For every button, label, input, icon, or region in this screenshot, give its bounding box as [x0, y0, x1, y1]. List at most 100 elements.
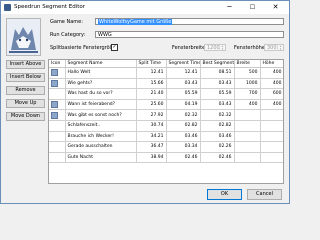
segment-time-cell[interactable]: 02.46 — [166, 152, 201, 164]
hoehe-cell[interactable] — [260, 152, 283, 164]
table-row[interactable]: Schlafenszeit.. 30.74 02.82 02.82 — [49, 120, 283, 132]
segments-table[interactable]: Icon Segment Name Split Time Segment Tim… — [48, 59, 284, 184]
maximize-button[interactable]: ☐ — [244, 1, 261, 14]
close-button[interactable]: ✕ — [267, 1, 284, 14]
breite-cell[interactable] — [234, 131, 261, 143]
table-row[interactable]: Hallo Welt 12.41 12.41 08.51 500 400 — [49, 67, 283, 79]
segment-time-cell[interactable]: 03.46 — [166, 131, 201, 143]
breite-cell[interactable] — [234, 141, 261, 153]
segment-name-cell[interactable]: Schlafenszeit.. — [65, 120, 137, 132]
segment-time-cell[interactable]: 02.82 — [166, 120, 201, 132]
best-segment-cell[interactable]: 02.32 — [200, 109, 235, 121]
ok-button[interactable]: OK — [207, 189, 242, 200]
segment-name-cell[interactable]: Hallo Welt — [65, 67, 137, 79]
best-segment-cell[interactable]: 03.46 — [200, 131, 235, 143]
run-category-input[interactable]: WWG — [95, 31, 284, 38]
hoehe-cell[interactable]: 400 — [260, 78, 283, 90]
best-segment-cell[interactable]: 02.46 — [200, 152, 235, 164]
segment-icon-cell[interactable] — [49, 141, 66, 153]
segment-icon-cell[interactable] — [49, 99, 66, 111]
best-segment-cell[interactable]: 03.43 — [200, 78, 235, 90]
hoehe-cell[interactable] — [260, 120, 283, 132]
insert-above-button[interactable]: Insert Above — [6, 60, 45, 69]
split-time-cell[interactable]: 12.41 — [136, 67, 167, 79]
split-size-checkbox[interactable]: ✓ — [111, 44, 118, 51]
split-time-cell[interactable]: 38.94 — [136, 152, 167, 164]
breite-cell[interactable]: 500 — [234, 67, 261, 79]
header-split-time[interactable]: Split Time — [136, 60, 167, 68]
header-breite[interactable]: Breite — [234, 60, 261, 68]
hoehe-cell[interactable]: 600 — [260, 88, 283, 100]
hoehe-cell[interactable]: 400 — [260, 67, 283, 79]
segment-time-cell[interactable]: 03.34 — [166, 141, 201, 153]
segment-time-cell[interactable]: 12.41 — [166, 67, 201, 79]
split-time-cell[interactable]: 30.74 — [136, 120, 167, 132]
split-time-cell[interactable]: 27.92 — [136, 109, 167, 121]
segment-icon-cell[interactable] — [49, 120, 66, 132]
segment-name-cell[interactable]: Gute Nacht — [65, 152, 137, 164]
header-best-segment[interactable]: Best Segment — [200, 60, 235, 68]
best-segment-cell[interactable]: 02.26 — [200, 141, 235, 153]
split-time-cell[interactable]: 36.47 — [136, 141, 167, 153]
split-time-cell[interactable]: 15.66 — [136, 78, 167, 90]
table-row[interactable]: Gerade ausschalten 36.47 03.34 02.26 — [49, 141, 283, 153]
segment-name-cell[interactable]: Brauche ich Wecker! — [65, 131, 137, 143]
split-time-cell[interactable]: 21.40 — [136, 88, 167, 100]
table-row[interactable]: Was hast du so vor? 21.40 05.59 05.59 700 600 — [49, 88, 283, 100]
hoehe-cell[interactable] — [260, 141, 283, 153]
split-time-cell[interactable]: 25.60 — [136, 99, 167, 111]
segment-time-cell[interactable]: 05.59 — [166, 88, 201, 100]
move-up-button[interactable]: Move Up — [6, 99, 45, 108]
header-hoehe[interactable]: Höhe — [260, 60, 283, 68]
segment-icon-cell[interactable] — [49, 67, 66, 79]
move-down-button[interactable]: Move Down — [6, 112, 45, 121]
segment-name-cell[interactable]: Wann ist feierabend? — [65, 99, 137, 111]
insert-below-button[interactable]: Insert Below — [6, 73, 45, 82]
best-segment-cell[interactable]: 05.59 — [200, 88, 235, 100]
window-width-input[interactable]: 1200 ▴ ▾ — [204, 44, 226, 51]
breite-cell[interactable] — [234, 152, 261, 164]
breite-cell[interactable] — [234, 109, 261, 121]
segment-time-cell[interactable]: 02.32 — [166, 109, 201, 121]
breite-cell[interactable]: 1000 — [234, 78, 261, 90]
breite-cell[interactable] — [234, 120, 261, 132]
table-row[interactable]: Was gibt es sonst noch? 27.92 02.32 02.32 — [49, 109, 283, 121]
header-segment-time[interactable]: Segment Time — [166, 60, 201, 68]
height-spinner-icon[interactable]: ▴ ▾ — [277, 45, 283, 51]
wolf-logo-icon — [7, 19, 40, 55]
breite-cell[interactable]: 700 — [234, 88, 261, 100]
header-segment-name[interactable]: Segment Name — [65, 60, 137, 68]
segment-icon-cell[interactable] — [49, 152, 66, 164]
remove-button[interactable]: Remove — [6, 86, 45, 95]
table-row[interactable]: Brauche ich Wecker! 34.21 03.46 03.46 — [49, 131, 283, 143]
segment-time-cell[interactable]: 03.43 — [166, 78, 201, 90]
table-row[interactable]: Wie gehts? 15.66 03.43 03.43 1000 400 — [49, 78, 283, 90]
game-icon-image[interactable] — [6, 18, 41, 56]
game-name-label: Game Name: — [50, 19, 83, 25]
segment-icon-cell[interactable] — [49, 88, 66, 100]
header-icon[interactable]: Icon — [49, 60, 66, 68]
cancel-button[interactable]: Cancel — [247, 189, 282, 200]
segment-time-cell[interactable]: 04.19 — [166, 99, 201, 111]
segment-icon-cell[interactable] — [49, 78, 66, 90]
best-segment-cell[interactable]: 03.43 — [200, 99, 235, 111]
best-segment-cell[interactable]: 08.51 — [200, 67, 235, 79]
width-spinner-icon[interactable]: ▴ ▾ — [219, 45, 225, 51]
window-height-input[interactable]: 300 ▴ ▾ — [264, 44, 284, 51]
hoehe-cell[interactable] — [260, 131, 283, 143]
breite-cell[interactable]: 400 — [234, 99, 261, 111]
segment-name-cell[interactable]: Was gibt es sonst noch? — [65, 109, 137, 121]
segment-icon-cell[interactable] — [49, 131, 66, 143]
segment-name-cell[interactable]: Gerade ausschalten — [65, 141, 137, 153]
segment-name-cell[interactable]: Wie gehts? — [65, 78, 137, 90]
best-segment-cell[interactable]: 02.82 — [200, 120, 235, 132]
hoehe-cell[interactable]: 400 — [260, 99, 283, 111]
segment-icon-cell[interactable] — [49, 109, 66, 121]
hoehe-cell[interactable] — [260, 109, 283, 121]
game-name-input[interactable]: WhiteWolfsyGame mit Größe — [95, 18, 284, 25]
minimize-button[interactable]: ─ — [221, 1, 238, 14]
table-row[interactable]: Gute Nacht 38.94 02.46 02.46 — [49, 152, 283, 164]
segment-name-cell[interactable]: Was hast du so vor? — [65, 88, 137, 100]
table-row[interactable]: Wann ist feierabend? 25.60 04.19 03.43 400 40… — [49, 99, 283, 111]
split-time-cell[interactable]: 34.21 — [136, 131, 167, 143]
